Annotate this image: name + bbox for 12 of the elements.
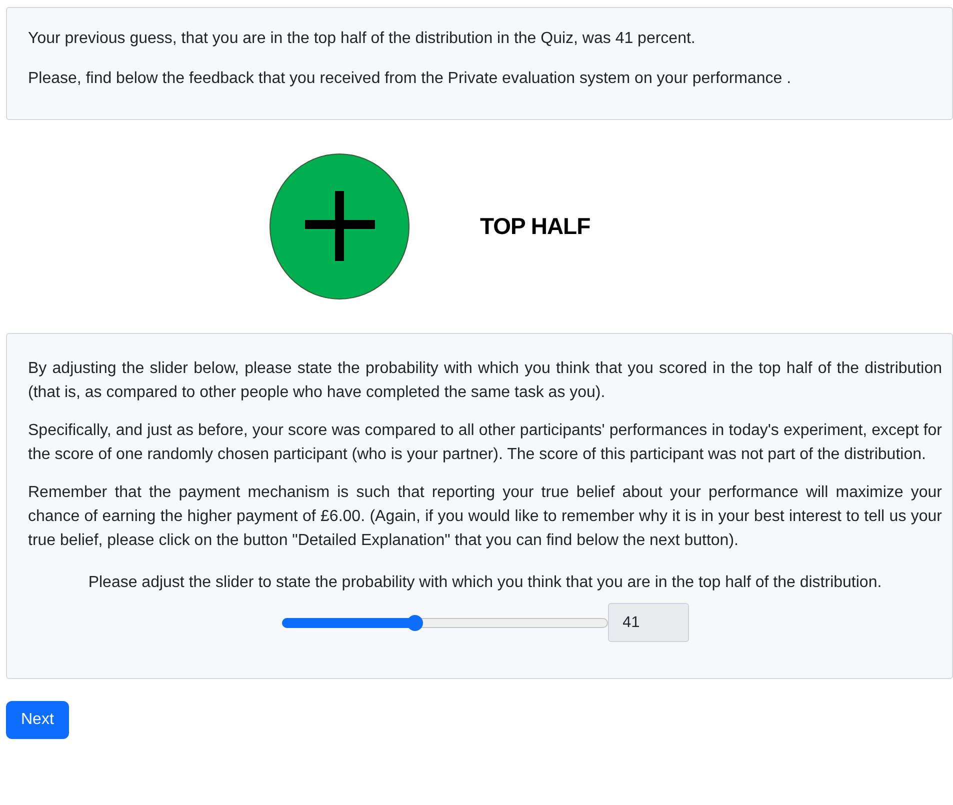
plus-circle-icon (269, 153, 410, 300)
paragraph: Specifically, and just as before, your score was compared to all other participants' performances in today's experiment, except for the score of one randomly chosen participant (who is your partner). The score of this participant was not part of the distribution. (28, 421, 942, 465)
slider-handle[interactable] (407, 614, 424, 630)
paragraph: Your previous guess, that you are in the top half of the distribution in the Quiz, was 41 percent. (28, 29, 696, 49)
feedback-label: TOP HALF (480, 212, 590, 242)
paragraph: Remember that the payment mechanism is such that reporting your true belief about your performance will maximize your chance of earning the higher payment of £6.00. (Again, if you would like to remember why it is in your best interest to tell us your true belief, please click on the button "Detailed Explanation" that you can find below the next button). (28, 483, 942, 551)
next-button[interactable]: Next (6, 701, 69, 739)
slider-track[interactable] (282, 618, 608, 628)
slider-prompt: Please adjust the slider to state the probability with which you think that you are in the top half of the distribution. (87, 573, 883, 593)
paragraph: By adjusting the slider below, please state the probability with which you think that you scored in the top half of the distribution (that is, as compared to other people who have completed the same task as you). (28, 359, 942, 403)
paragraph: Please, find below the feedback that you received from the Private evaluation system on your performance . (28, 69, 792, 89)
value-field[interactable]: 41 (608, 603, 688, 642)
